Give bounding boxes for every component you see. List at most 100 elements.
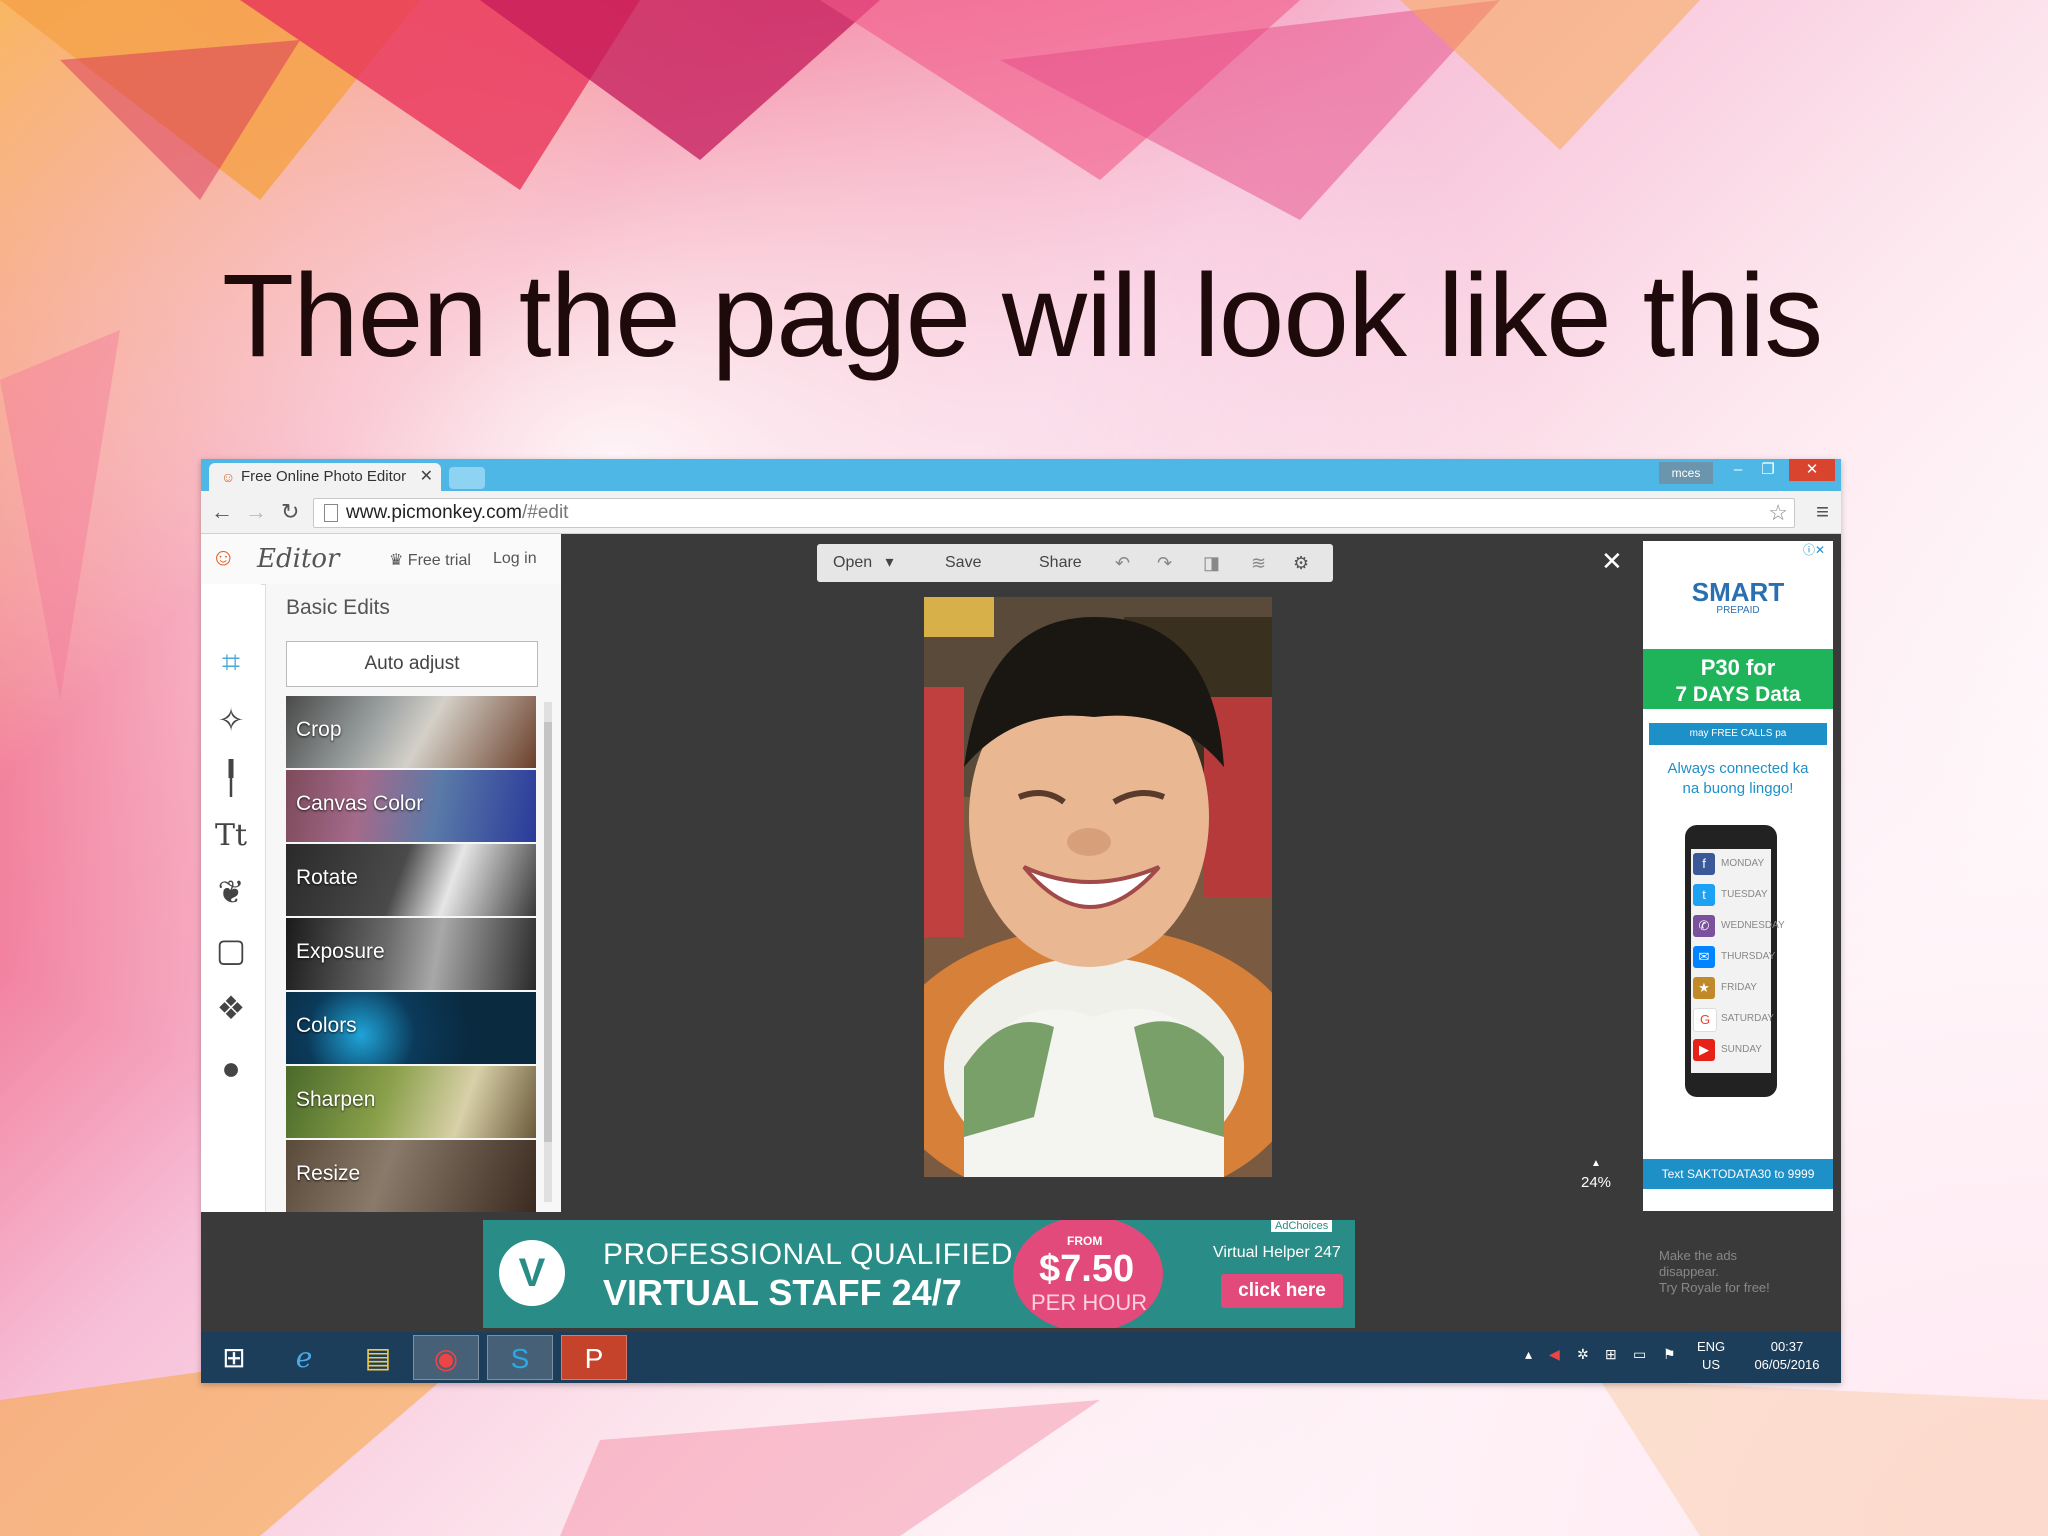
minimize-icon[interactable]: –	[1723, 459, 1753, 481]
tool-colors[interactable]: Colors	[286, 992, 536, 1064]
auto-adjust-button[interactable]: Auto adjust	[286, 641, 538, 687]
user-badge[interactable]: mces	[1659, 462, 1713, 484]
banner-line2: VIRTUAL STAFF 24/7	[603, 1272, 962, 1313]
editor-header: ☺ Editor ♛ Free trial Log in	[201, 534, 561, 585]
clock-date: 06/05/2016	[1754, 1357, 1820, 1372]
volume-icon[interactable]: ◀	[1549, 1346, 1560, 1363]
new-tab-button[interactable]	[449, 467, 485, 489]
remove-ads-line1: Make the ads	[1659, 1248, 1738, 1263]
section-title: Basic Edits	[286, 596, 390, 619]
zoom-level[interactable]: 24%	[1581, 1174, 1611, 1191]
tool-label: Sharpen	[296, 1088, 376, 1111]
reload-icon[interactable]: ↻	[281, 499, 299, 525]
screenshot: ☺ Free Online Photo Editor | ✕ mces – ❐ …	[201, 459, 1841, 1383]
day-row: ▶ SUNDAY	[1691, 1035, 1771, 1065]
youtube-icon: ▶	[1693, 1039, 1715, 1061]
adchoices-link[interactable]: AdChoices	[1271, 1220, 1333, 1232]
touchup-brush-icon[interactable]: ╿	[213, 760, 249, 796]
close-tab-icon[interactable]: ✕	[420, 463, 433, 491]
textures-icon[interactable]: ❖	[213, 990, 249, 1026]
viber-icon: ✆	[1693, 915, 1715, 937]
ad-info-icon[interactable]: ⓘ✕	[1803, 541, 1825, 558]
basic-edits-panel: Basic Edits Auto adjust Crop Canvas Colo…	[265, 584, 562, 1212]
share-button[interactable]: Share	[1039, 544, 1082, 582]
back-icon[interactable]: ←	[211, 499, 233, 525]
network-icon[interactable]: ✲	[1577, 1346, 1589, 1363]
file-explorer-icon[interactable]: ▤	[345, 1335, 411, 1380]
tab-title: Free Online Photo Editor |	[241, 468, 411, 485]
click-here-button[interactable]: click here	[1221, 1274, 1343, 1308]
day-row: ★ FRIDAY	[1691, 973, 1771, 1003]
ad-offer-line1: P30 for	[1700, 655, 1776, 680]
chrome-icon[interactable]: ◉	[413, 1335, 479, 1380]
page-icon	[324, 504, 338, 522]
bookmark-star-icon[interactable]: ☆	[1768, 499, 1788, 527]
google-icon: G	[1693, 1008, 1717, 1032]
url-text: www.picmonkey.com/#edit	[346, 499, 568, 527]
redo-icon[interactable]: ↷	[1157, 544, 1172, 582]
window-close-icon[interactable]: ✕	[1789, 459, 1835, 481]
day-row: ✉ THURSDAY	[1691, 942, 1775, 972]
tool-label: Resize	[296, 1162, 361, 1185]
text-icon[interactable]: Tt	[213, 818, 249, 854]
browser-tab[interactable]: ☺ Free Online Photo Editor | ✕	[209, 463, 441, 491]
ad-free-calls: may FREE CALLS pa	[1649, 723, 1827, 745]
login-link[interactable]: Log in	[493, 550, 537, 568]
zoom-toggle-icon[interactable]: ▲	[1591, 1158, 1601, 1169]
tool-crop[interactable]: Crop	[286, 696, 536, 768]
windows-taskbar: ⊞ e ▤ ◉ S P ▴ ◀ ✲ ⊞ ▭ ⚑ ENG US 00:37 06/…	[201, 1332, 1841, 1383]
internet-explorer-icon[interactable]: e	[271, 1335, 337, 1380]
ad-phone-image: f MONDAY t TUESDAY ✆ WEDNESDAY ✉ THURSDAY ★ F…	[1685, 825, 1785, 1097]
compare-icon[interactable]: ◨	[1203, 544, 1220, 582]
banner-advertisement[interactable]: V PROFESSIONAL QUALIFIED VIRTUAL STAFF 2…	[483, 1220, 1355, 1328]
tool-label: Exposure	[296, 940, 385, 963]
language-code: ENG	[1697, 1339, 1726, 1354]
tool-category-rail: ⌗ ✧ ╿ Tt ❦ ▢ ❖ ●	[201, 584, 261, 1212]
themes-apple-icon[interactable]: ●	[213, 1050, 249, 1086]
banner-brand: Virtual Helper 247	[1213, 1244, 1341, 1261]
tool-canvas-color[interactable]: Canvas Color	[286, 770, 536, 842]
open-label: Open	[833, 554, 873, 571]
crop-category-icon[interactable]: ⌗	[213, 644, 249, 680]
tool-exposure[interactable]: Exposure	[286, 918, 536, 990]
open-button[interactable]: Open ▾	[833, 544, 894, 582]
tray-expand-icon[interactable]: ▴	[1525, 1346, 1532, 1363]
undo-icon[interactable]: ↶	[1115, 544, 1130, 582]
ad-tagline-1: Always connected ka	[1667, 760, 1809, 777]
windows-tray-icon[interactable]: ⊞	[1605, 1346, 1617, 1363]
day-label: TUESDAY	[1721, 889, 1768, 900]
windows-start-icon[interactable]: ⊞	[201, 1335, 267, 1380]
bottom-ad-area: V PROFESSIONAL QUALIFIED VIRTUAL STAFF 2…	[201, 1212, 1841, 1332]
skype-icon[interactable]: S	[487, 1335, 553, 1380]
system-clock[interactable]: 00:37 06/05/2016	[1747, 1338, 1827, 1374]
day-row: ✆ WEDNESDAY	[1691, 911, 1785, 941]
url-field[interactable]: www.picmonkey.com/#edit ☆	[313, 498, 1795, 528]
frames-icon[interactable]: ▢	[213, 932, 249, 968]
remove-ads-line3: Try Royale for free!	[1659, 1280, 1770, 1295]
tool-rotate[interactable]: Rotate	[286, 844, 536, 916]
display-icon[interactable]: ▭	[1633, 1346, 1646, 1363]
free-trial-link[interactable]: ♛ Free trial	[389, 550, 471, 570]
tool-sharpen[interactable]: Sharpen	[286, 1066, 536, 1138]
scrollbar-thumb[interactable]	[544, 722, 552, 1142]
forward-icon[interactable]: →	[245, 499, 267, 525]
save-button[interactable]: Save	[945, 544, 981, 582]
action-center-flag-icon[interactable]: ⚑	[1663, 1346, 1676, 1363]
powerpoint-icon[interactable]: P	[561, 1335, 627, 1380]
remove-ads-link[interactable]: Make the ads disappear. Try Royale for f…	[1659, 1248, 1770, 1296]
price-unit: PER HOUR	[1031, 1290, 1148, 1315]
layers-icon[interactable]: ≋	[1251, 544, 1266, 582]
settings-gear-icon[interactable]: ⚙	[1293, 544, 1309, 582]
maximize-icon[interactable]: ❐	[1753, 459, 1783, 481]
url-domain: www.picmonkey.com	[346, 502, 522, 523]
tool-resize[interactable]: Resize	[286, 1140, 536, 1212]
editor-panel: ☺ Editor ♛ Free trial Log in ⌗ ✧ ╿ Tt ❦ …	[201, 534, 562, 1212]
tool-list-scrollbar[interactable]	[544, 702, 552, 1202]
overlays-butterfly-icon[interactable]: ❦	[213, 874, 249, 910]
close-editor-icon[interactable]: ✕	[1601, 546, 1623, 577]
side-advertisement[interactable]: ⓘ✕ SMART PREPAID P30 for 7 DAYS Data may…	[1643, 541, 1833, 1211]
chrome-menu-icon[interactable]: ≡	[1816, 499, 1829, 525]
input-language[interactable]: ENG US	[1697, 1338, 1725, 1374]
day-label: SUNDAY	[1721, 1044, 1762, 1055]
effects-wand-icon[interactable]: ✧	[213, 702, 249, 738]
